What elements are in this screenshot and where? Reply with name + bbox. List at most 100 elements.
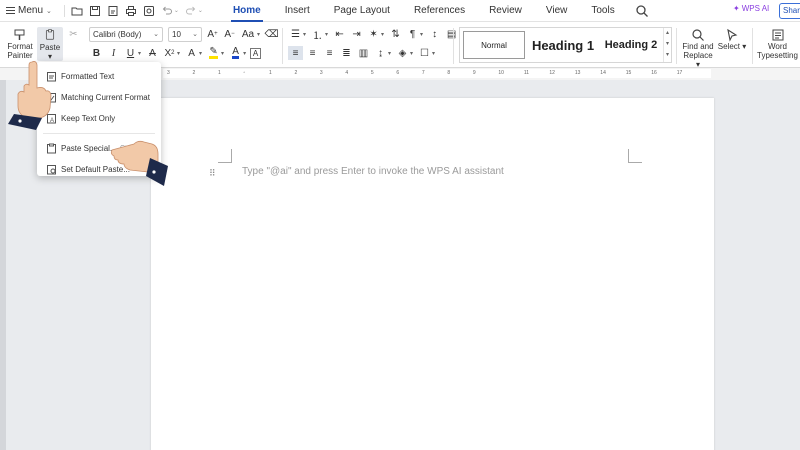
chevron-up-icon[interactable]: ▴ <box>664 28 671 39</box>
chevron-down-icon[interactable]: ▾ <box>138 50 141 57</box>
align-left-icon[interactable]: ≡ <box>288 46 303 60</box>
margin-corner-marker <box>218 149 232 163</box>
paste-settings-icon <box>47 165 56 175</box>
folder-icon[interactable] <box>71 5 83 17</box>
decrease-indent-icon[interactable]: ⇤ <box>332 27 347 41</box>
distributed-icon[interactable]: ▥ <box>356 46 371 60</box>
chevron-down-icon[interactable]: ▾ <box>243 50 246 57</box>
chevron-down-icon[interactable]: ▾ <box>257 31 260 38</box>
redo-icon[interactable] <box>185 5 197 17</box>
style-normal[interactable]: Normal <box>463 31 525 59</box>
main-menu-label: Menu <box>18 5 44 16</box>
tab-review[interactable]: Review <box>477 0 534 22</box>
paragraph-settings-icon[interactable]: ▤ <box>444 27 459 41</box>
styles-gallery: Normal Heading 1 Heading 2 ▴ ▾ ▾ <box>459 27 672 63</box>
drag-handle-icon[interactable]: ⠿ <box>209 168 216 179</box>
chinese-layout-icon[interactable]: ✶ <box>366 27 381 41</box>
paste-special-icon <box>47 143 56 154</box>
chevron-down-icon[interactable]: ⌄ <box>198 7 203 14</box>
select-button[interactable]: Select ▾ <box>717 28 747 51</box>
print-icon[interactable] <box>125 5 137 17</box>
chevron-down-icon[interactable]: ▾ <box>303 31 306 38</box>
numbering-icon[interactable]: ⒈ <box>310 27 325 42</box>
horizontal-ruler[interactable]: 3 2 1 ▫ 1 2 3 4 5 6 7 8 9 10 11 12 13 14 15 16 17 <box>163 69 711 78</box>
chevron-down-icon[interactable]: ▾ <box>221 50 224 57</box>
shading-icon[interactable]: ◈ <box>395 46 410 60</box>
menu-bar: Menu ⌄ ⌄ ⌄ Home Insert Page Layout Refer… <box>0 0 800 22</box>
menu-item-label: Matching Current Format <box>61 93 150 102</box>
tab-tools[interactable]: Tools <box>579 0 626 22</box>
chevron-down-icon[interactable]: ▾ <box>177 50 180 57</box>
font-name-select[interactable]: Calibri (Body) ⌄ <box>89 27 163 42</box>
highlight-icon[interactable]: ✎ <box>206 46 221 60</box>
font-format-row: B I U ▾ A X2 ▾ A ▾ ✎ ▾ A ▾ A <box>89 46 262 60</box>
chevron-down-icon[interactable]: ▾ <box>432 50 435 57</box>
export-pdf-icon[interactable] <box>107 5 119 17</box>
ruler-number: 14 <box>600 70 606 76</box>
ruler-number: 1 <box>268 70 272 76</box>
main-menu-button[interactable]: Menu ⌄ <box>0 0 58 22</box>
text-effects-icon[interactable]: A <box>184 46 199 60</box>
styles-scrollbar[interactable]: ▴ ▾ ▾ <box>663 28 671 62</box>
chevron-down-icon[interactable]: ▾ <box>420 31 423 38</box>
save-icon[interactable] <box>89 5 101 17</box>
print-preview-icon[interactable] <box>143 5 155 17</box>
tab-insert[interactable]: Insert <box>273 0 322 22</box>
bullets-icon[interactable]: ☰ <box>288 27 303 41</box>
ruler-number: 11 <box>523 70 530 76</box>
align-center-icon[interactable]: ≡ <box>305 46 320 60</box>
more-styles-icon[interactable]: ▾ <box>664 50 671 61</box>
align-right-icon[interactable]: ≡ <box>322 46 337 60</box>
wps-ai-button[interactable]: ✦ WPS AI <box>733 4 769 13</box>
ruler-number: 13 <box>574 70 581 76</box>
document-page[interactable]: ⠿ Type "@ai" and press Enter to invoke t… <box>151 98 714 450</box>
grow-font-icon[interactable]: A + <box>205 27 220 41</box>
italic-icon[interactable]: I <box>106 46 121 60</box>
style-heading-2[interactable]: Heading 2 <box>600 31 662 59</box>
chevron-down-icon[interactable]: ▾ <box>388 50 391 57</box>
ruler-number: 2 <box>294 70 298 76</box>
chevron-down-icon[interactable]: ▾ <box>381 31 384 38</box>
chevron-down-icon[interactable]: ▾ <box>664 39 671 50</box>
chevron-down-icon[interactable]: ▾ <box>199 50 202 57</box>
clear-format-icon[interactable]: ⌫ <box>264 27 279 41</box>
line-spacing-options-icon[interactable]: ↨ <box>373 46 388 60</box>
style-heading-1[interactable]: Heading 1 <box>528 31 598 59</box>
paragraph-row-2: ≡ ≡ ≡ ≣ ▥ ↨ ▾ ◈ ▾ ☐ ▾ <box>288 46 437 60</box>
paragraph-row-1: ☰ ▾ ⒈ ▾ ⇤ ⇥ ✶ ▾ ⇅ ¶ ▾ ↕ ▤ <box>288 27 459 42</box>
ruler-number: 17 <box>676 70 683 76</box>
word-typesetting-button[interactable]: Word Typesetting <box>755 28 800 60</box>
strikethrough-icon[interactable]: A <box>145 46 160 60</box>
character-border-icon[interactable]: A <box>250 47 262 59</box>
chevron-down-icon[interactable]: ⌄ <box>174 7 179 14</box>
tab-references[interactable]: References <box>402 0 477 22</box>
bold-icon[interactable]: B <box>89 46 104 60</box>
format-painter-button[interactable]: Format Painter <box>5 28 35 60</box>
tab-page-layout[interactable]: Page Layout <box>322 0 402 22</box>
ai-placeholder-text[interactable]: Type "@ai" and press Enter to invoke the… <box>242 166 504 177</box>
chevron-down-icon[interactable]: ▾ <box>325 31 328 38</box>
share-button[interactable]: Share <box>779 3 800 19</box>
increase-indent-icon[interactable]: ⇥ <box>349 27 364 41</box>
superscript-icon[interactable]: X2 <box>162 46 177 60</box>
shrink-font-icon[interactable]: A − <box>222 27 237 41</box>
paste-button[interactable]: Paste ▾ <box>37 27 63 61</box>
line-spacing-icon[interactable]: ↕ <box>427 27 442 41</box>
change-case-icon[interactable]: Aa <box>239 27 257 41</box>
tab-home[interactable]: Home <box>221 0 273 22</box>
font-color-icon[interactable]: A <box>228 46 243 60</box>
search-icon[interactable] <box>635 4 649 18</box>
cut-icon[interactable]: ✂ <box>66 27 81 41</box>
font-size-select[interactable]: 10 ⌄ <box>168 27 202 42</box>
ruler-number: 5 <box>370 70 374 76</box>
borders-icon[interactable]: ☐ <box>417 46 432 60</box>
tab-view[interactable]: View <box>534 0 580 22</box>
ruler-number: 7 <box>421 70 425 76</box>
undo-icon[interactable] <box>161 5 173 17</box>
show-marks-icon[interactable]: ¶ <box>405 27 420 41</box>
chevron-down-icon[interactable]: ▾ <box>410 50 413 57</box>
sort-icon[interactable]: ⇅ <box>388 27 403 41</box>
find-replace-button[interactable]: Find and Replace ▾ <box>681 28 715 69</box>
justify-icon[interactable]: ≣ <box>339 46 354 60</box>
underline-icon[interactable]: U <box>123 46 138 60</box>
